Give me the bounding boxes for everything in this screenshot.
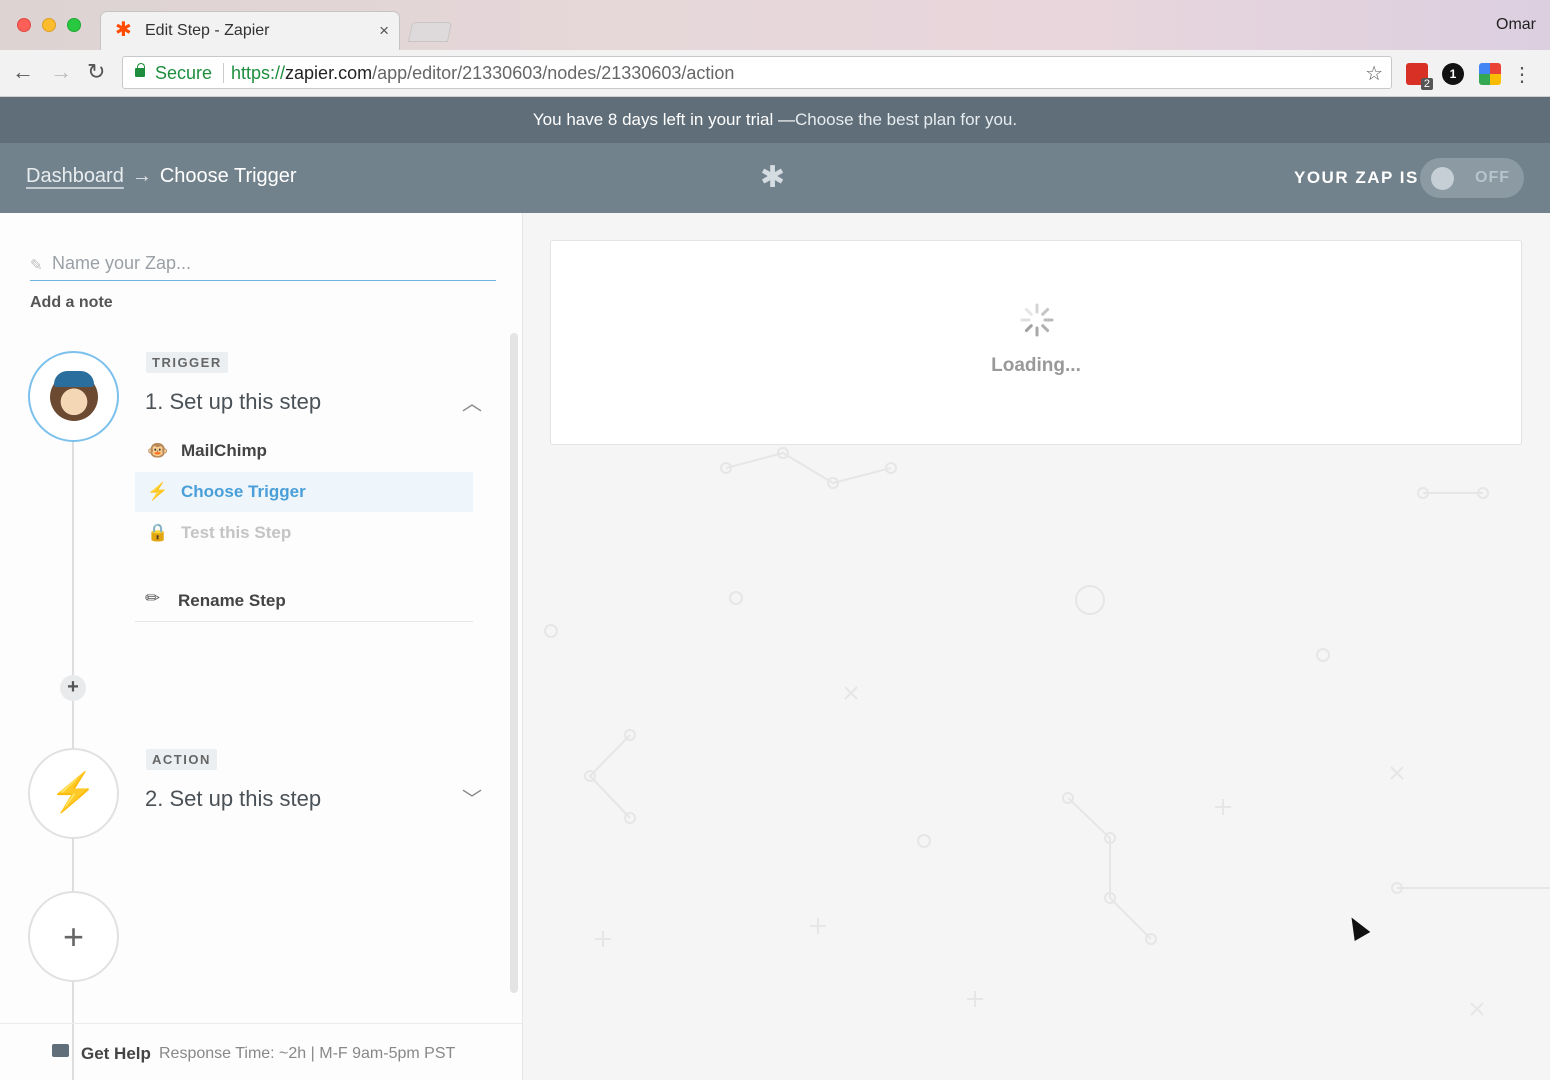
- sidebar-scrollbar[interactable]: [510, 333, 518, 993]
- step-item-app[interactable]: 🐵 MailChimp: [135, 431, 473, 471]
- close-window-button[interactable]: [17, 18, 31, 32]
- add-step-button[interactable]: +: [28, 891, 119, 982]
- action-step-icon[interactable]: ⚡: [28, 748, 119, 839]
- toggle-knob: [1431, 167, 1454, 190]
- loading-text: Loading...: [991, 355, 1081, 376]
- profile-name[interactable]: Omar: [1496, 16, 1536, 34]
- forward-arrow-icon[interactable]: →: [50, 60, 72, 84]
- zap-on-off-toggle[interactable]: OFF: [1420, 158, 1524, 198]
- pencil-icon: ✏: [145, 588, 161, 608]
- browser-tab-strip: ✱ Edit Step - Zapier × Omar: [0, 0, 1550, 50]
- action-step-title[interactable]: 2. Set up this step: [145, 786, 321, 812]
- secure-label: Secure: [155, 63, 213, 83]
- step-item-label: MailChimp: [181, 441, 267, 460]
- browser-tab-active[interactable]: ✱ Edit Step - Zapier ×: [100, 11, 400, 50]
- lock-icon: [135, 63, 145, 77]
- chevron-up-icon[interactable]: ︿: [462, 387, 482, 416]
- url-path: /app/editor/21330603/nodes/21330603/acti…: [372, 63, 735, 83]
- chevron-down-icon[interactable]: ﹀: [462, 783, 482, 812]
- url-protocol: https://: [231, 63, 286, 83]
- mailchimp-logo-icon: [50, 371, 98, 421]
- trial-banner[interactable]: You have 8 days left in your trial —Choo…: [0, 97, 1550, 143]
- toggle-state-label: OFF: [1475, 169, 1510, 186]
- tab-title: Edit Step - Zapier: [145, 22, 270, 39]
- zapier-logo-icon[interactable]: ✱: [760, 163, 785, 193]
- zap-steps-sidebar: ✎ Add a note TRIGGER 1. Set up this step…: [0, 213, 523, 1080]
- editor-header: Dashboard → Choose Trigger ✱ YOUR ZAP IS O…: [0, 143, 1550, 213]
- extension-badge: 2: [1420, 78, 1433, 90]
- get-help-link[interactable]: Get Help: [81, 1044, 151, 1064]
- trial-cta-link[interactable]: Choose the best plan for you.: [795, 110, 1017, 129]
- zap-status-label: YOUR ZAP IS: [1294, 168, 1419, 187]
- insert-step-plus-icon[interactable]: +: [60, 675, 86, 701]
- breadcrumb: Dashboard → Choose Trigger: [26, 165, 297, 188]
- rename-step-label: Rename Step: [178, 591, 286, 610]
- add-note-link[interactable]: Add a note: [30, 294, 113, 312]
- zap-name-input[interactable]: [52, 253, 492, 274]
- bolt-icon: ⚡: [49, 772, 98, 814]
- step-item-label: Test this Step: [181, 523, 292, 542]
- address-bar[interactable]: Secure https://zapier.com/app/editor/213…: [122, 56, 1392, 89]
- response-time-text: Response Time: ~2h | M-F 9am-5pm PST: [159, 1045, 456, 1062]
- chat-icon: [52, 1044, 69, 1057]
- breadcrumb-dashboard-link[interactable]: Dashboard: [26, 165, 124, 187]
- rename-step-button[interactable]: ✏ Rename Step: [135, 582, 473, 622]
- pencil-icon: ✎: [30, 257, 43, 274]
- url-text[interactable]: https://zapier.com/app/editor/21330603/n…: [231, 63, 734, 84]
- minimize-window-button[interactable]: [42, 18, 56, 32]
- action-badge: ACTION: [146, 749, 217, 770]
- plus-icon: +: [62, 916, 85, 957]
- step-item-test[interactable]: 🔒 Test this Step: [135, 513, 473, 553]
- breadcrumb-current: Choose Trigger: [159, 165, 297, 187]
- zapier-favicon-icon: ✱: [115, 19, 132, 41]
- back-arrow-icon[interactable]: ←: [12, 60, 34, 84]
- trial-message: You have 8 days left in your trial —: [532, 110, 795, 129]
- bookmark-star-icon[interactable]: ☆: [1365, 61, 1383, 86]
- trigger-badge: TRIGGER: [146, 352, 228, 373]
- loading-card: Loading...: [550, 240, 1522, 445]
- get-help-bar[interactable]: Get Help Response Time: ~2h | M-F 9am-5p…: [0, 1023, 522, 1080]
- step-content-area: Loading...: [523, 213, 1550, 1080]
- maximize-window-button[interactable]: [67, 18, 81, 32]
- new-tab-button[interactable]: [407, 22, 453, 42]
- browser-menu-icon[interactable]: ⋮: [1512, 62, 1532, 87]
- breadcrumb-arrow-icon: →: [131, 165, 152, 187]
- step-item-choose-trigger[interactable]: ⚡ Choose Trigger: [135, 472, 473, 512]
- omnibox-divider: [223, 63, 224, 83]
- onepassword-extension-icon[interactable]: 1: [1442, 63, 1464, 85]
- reload-icon[interactable]: ↻: [87, 60, 105, 84]
- zap-name-field[interactable]: ✎: [30, 251, 496, 281]
- mailchimp-icon: 🐵: [147, 441, 169, 460]
- trigger-step-title[interactable]: 1. Set up this step: [145, 389, 321, 415]
- url-host: zapier.com: [285, 63, 373, 83]
- tab-close-icon[interactable]: ×: [379, 21, 389, 41]
- browser-toolbar: ← → ↻ Secure https://zapier.com/app/edit…: [0, 50, 1550, 97]
- bolt-icon: ⚡: [147, 482, 169, 501]
- lock-icon: 🔒: [147, 523, 169, 542]
- download-extension-icon[interactable]: [1479, 63, 1501, 85]
- step-item-label: Choose Trigger: [181, 482, 306, 501]
- calendar-extension-icon[interactable]: 2: [1406, 63, 1433, 90]
- trigger-step-icon[interactable]: [28, 351, 119, 442]
- loading-spinner-icon: [1020, 303, 1054, 337]
